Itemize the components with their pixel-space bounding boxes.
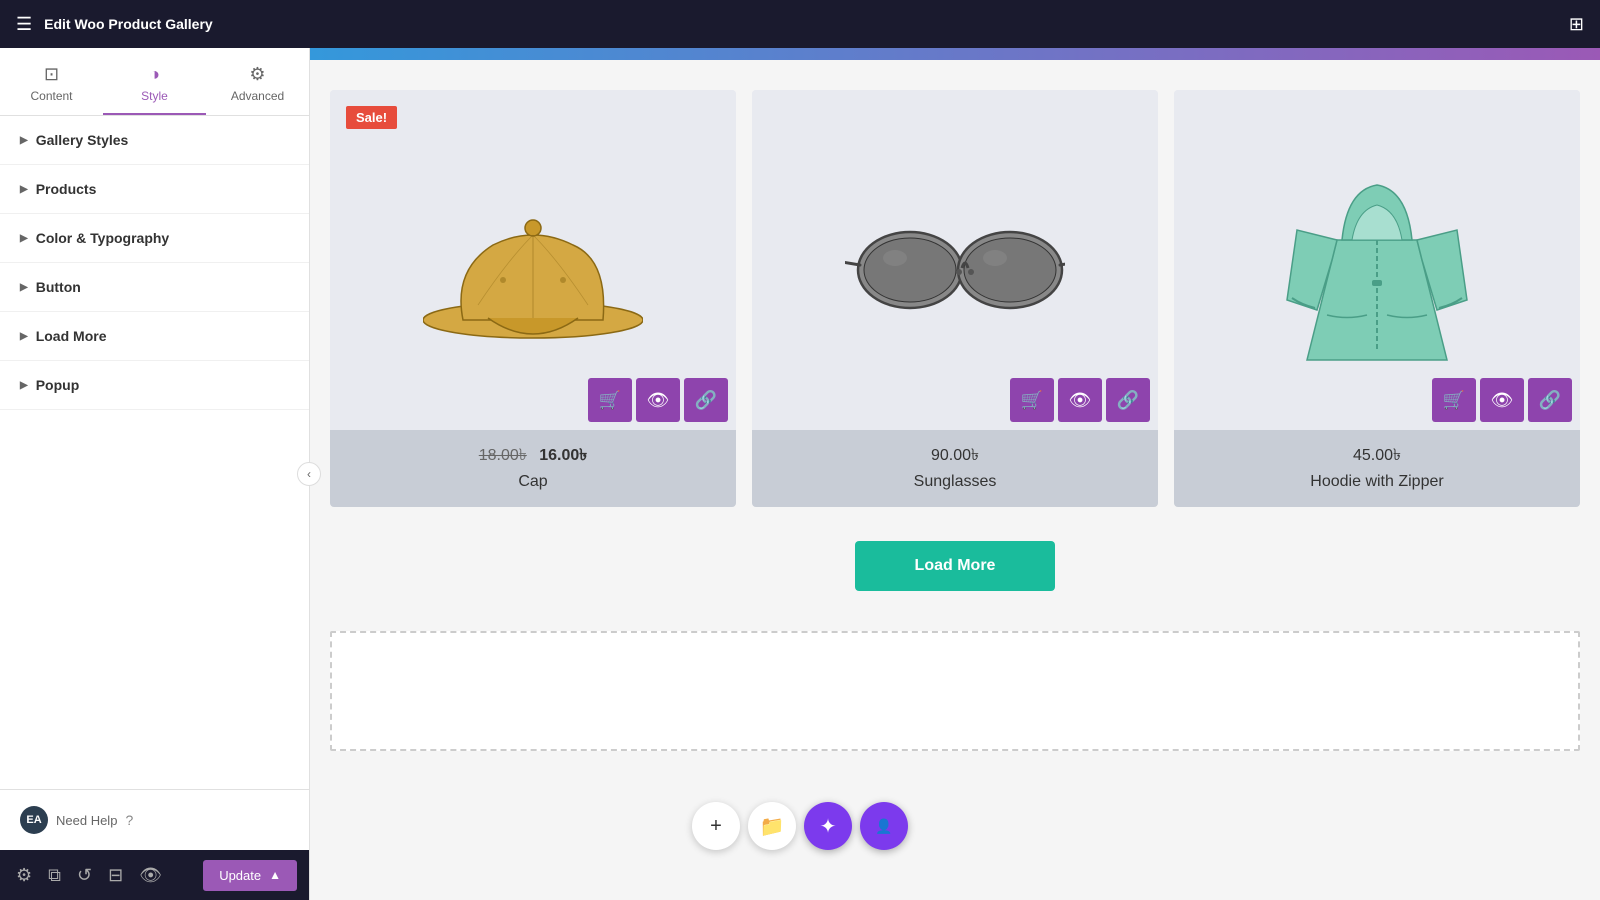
tab-content-label: Content (30, 89, 72, 103)
top-bar: ☰ Edit Woo Product Gallery ⊞ (0, 0, 1600, 48)
product-info-hoodie: 45.00৳ Hoodie with Zipper (1174, 430, 1580, 507)
load-more-wrapper: Load More (330, 531, 1580, 611)
product-name-hoodie: Hoodie with Zipper (1190, 473, 1564, 491)
load-more-button[interactable]: Load More (855, 541, 1056, 591)
link-button-cap[interactable]: 🔗 (684, 378, 728, 422)
button-label: Button (36, 279, 81, 295)
tab-style-label: Style (141, 89, 168, 103)
style-tab-icon: ◑ (149, 64, 160, 85)
need-help-text[interactable]: Need Help (56, 813, 117, 828)
update-button[interactable]: Update ▲ (203, 860, 297, 891)
view-button-cap[interactable]: 👁 (636, 378, 680, 422)
cart-button-sunglasses[interactable]: 🛒 (1010, 378, 1054, 422)
grid-icon[interactable]: ⊞ (1569, 14, 1584, 35)
cap-image (423, 150, 643, 370)
menu-icon[interactable]: ☰ (16, 14, 32, 35)
popup-label: Popup (36, 377, 80, 393)
floating-toolbar: + 📁 ✦ 👤 (692, 802, 908, 850)
lower-section (330, 631, 1580, 751)
products-arrow-icon: ▶ (20, 184, 28, 195)
responsive-icon[interactable]: ⊟ (104, 861, 127, 890)
eye-icon[interactable]: 👁 (135, 861, 166, 890)
update-label: Update (219, 868, 261, 883)
gallery-styles-label: Gallery Styles (36, 132, 129, 148)
load-more-arrow-icon: ▶ (20, 331, 28, 342)
product-image-area-sunglasses: 🛒 👁 🔗 (752, 90, 1158, 430)
tab-advanced-label: Advanced (231, 89, 284, 103)
product-price-sunglasses: 90.00৳ (768, 442, 1142, 469)
view-button-sunglasses[interactable]: 👁 (1058, 378, 1102, 422)
tab-style[interactable]: ◑ Style (103, 56, 206, 115)
product-image-area-cap: Sale! (330, 90, 736, 430)
gallery-section: Sale! (310, 60, 1600, 631)
link-button-sunglasses[interactable]: 🔗 (1106, 378, 1150, 422)
sidebar-item-load-more[interactable]: ▶ Load More (0, 312, 309, 361)
product-actions-cap: 🛒 👁 🔗 (580, 370, 736, 430)
sale-badge-cap: Sale! (346, 106, 397, 129)
product-price-cap: 18.00৳ 16.00৳ (346, 442, 720, 469)
cart-button-cap[interactable]: 🛒 (588, 378, 632, 422)
view-button-hoodie[interactable]: 👁 (1480, 378, 1524, 422)
product-price-hoodie: 45.00৳ (1190, 442, 1564, 469)
sidebar-item-gallery-styles[interactable]: ▶ Gallery Styles (0, 116, 309, 165)
tab-content[interactable]: ⊡ Content (0, 56, 103, 115)
update-arrow-icon: ▲ (269, 868, 281, 882)
sidebar-tabs: ⊡ Content ◑ Style ⚙ Advanced (0, 48, 309, 116)
sidebar-item-popup[interactable]: ▶ Popup (0, 361, 309, 410)
product-price-old-cap: 18.00৳ (479, 447, 527, 464)
button-arrow-icon: ▶ (20, 282, 28, 293)
gallery-styles-arrow-icon: ▶ (20, 135, 28, 146)
hoodie-image (1267, 150, 1487, 370)
sidebar-item-color-typography[interactable]: ▶ Color & Typography (0, 214, 309, 263)
content-tab-icon: ⊡ (44, 64, 59, 85)
product-image-area-hoodie: 🛒 👁 🔗 (1174, 90, 1580, 430)
main-layout: ⊡ Content ◑ Style ⚙ Advanced ▶ Gallery S… (0, 48, 1600, 900)
advanced-tab-icon: ⚙ (249, 64, 265, 85)
add-element-button[interactable]: + (692, 802, 740, 850)
load-more-label: Load More (36, 328, 107, 344)
products-grid: Sale! (330, 90, 1580, 507)
magic-button[interactable]: ✦ (804, 802, 852, 850)
accent-bar (310, 48, 1600, 60)
layers-icon[interactable]: ⧉ (44, 861, 65, 890)
avatar-button[interactable]: 👤 (860, 802, 908, 850)
product-actions-hoodie: 🛒 👁 🔗 (1424, 370, 1580, 430)
sidebar-item-products[interactable]: ▶ Products (0, 165, 309, 214)
color-typography-label: Color & Typography (36, 230, 170, 246)
tab-advanced[interactable]: ⚙ Advanced (206, 56, 309, 115)
sidebar-items: ▶ Gallery Styles ▶ Products ▶ Color & Ty… (0, 116, 309, 789)
content-area: Sale! (310, 48, 1600, 900)
ea-badge: EA (20, 806, 48, 834)
folder-button[interactable]: 📁 (748, 802, 796, 850)
product-card-hoodie: 🛒 👁 🔗 45.00৳ Hoodie with Zipper (1174, 90, 1580, 507)
page-title: Edit Woo Product Gallery (44, 16, 1557, 32)
product-info-sunglasses: 90.00৳ Sunglasses (752, 430, 1158, 507)
products-label: Products (36, 181, 97, 197)
collapse-handle[interactable]: ‹ (297, 462, 321, 486)
help-circle-icon: ? (125, 812, 133, 828)
product-price-new-cap: 16.00৳ (539, 447, 587, 464)
product-card-sunglasses: 🛒 👁 🔗 90.00৳ Sunglasses (752, 90, 1158, 507)
product-name-cap: Cap (346, 473, 720, 491)
product-price-value-hoodie: 45.00৳ (1353, 447, 1401, 464)
popup-arrow-icon: ▶ (20, 380, 28, 391)
product-name-sunglasses: Sunglasses (768, 473, 1142, 491)
sidebar-bottom-bar: ⚙ ⧉ ↺ ⊟ 👁 Update ▲ (0, 850, 309, 900)
sidebar-item-button[interactable]: ▶ Button (0, 263, 309, 312)
link-button-hoodie[interactable]: 🔗 (1528, 378, 1572, 422)
product-card-cap: Sale! (330, 90, 736, 507)
sunglasses-image (845, 150, 1065, 370)
product-info-cap: 18.00৳ 16.00৳ Cap (330, 430, 736, 507)
cart-button-hoodie[interactable]: 🛒 (1432, 378, 1476, 422)
history-icon[interactable]: ↺ (73, 861, 96, 890)
color-typography-arrow-icon: ▶ (20, 233, 28, 244)
sidebar: ⊡ Content ◑ Style ⚙ Advanced ▶ Gallery S… (0, 48, 310, 900)
product-price-value-sunglasses: 90.00৳ (931, 447, 979, 464)
settings-icon[interactable]: ⚙ (12, 861, 36, 890)
product-actions-sunglasses: 🛒 👁 🔗 (1002, 370, 1158, 430)
sidebar-footer: EA Need Help ? (0, 789, 309, 850)
